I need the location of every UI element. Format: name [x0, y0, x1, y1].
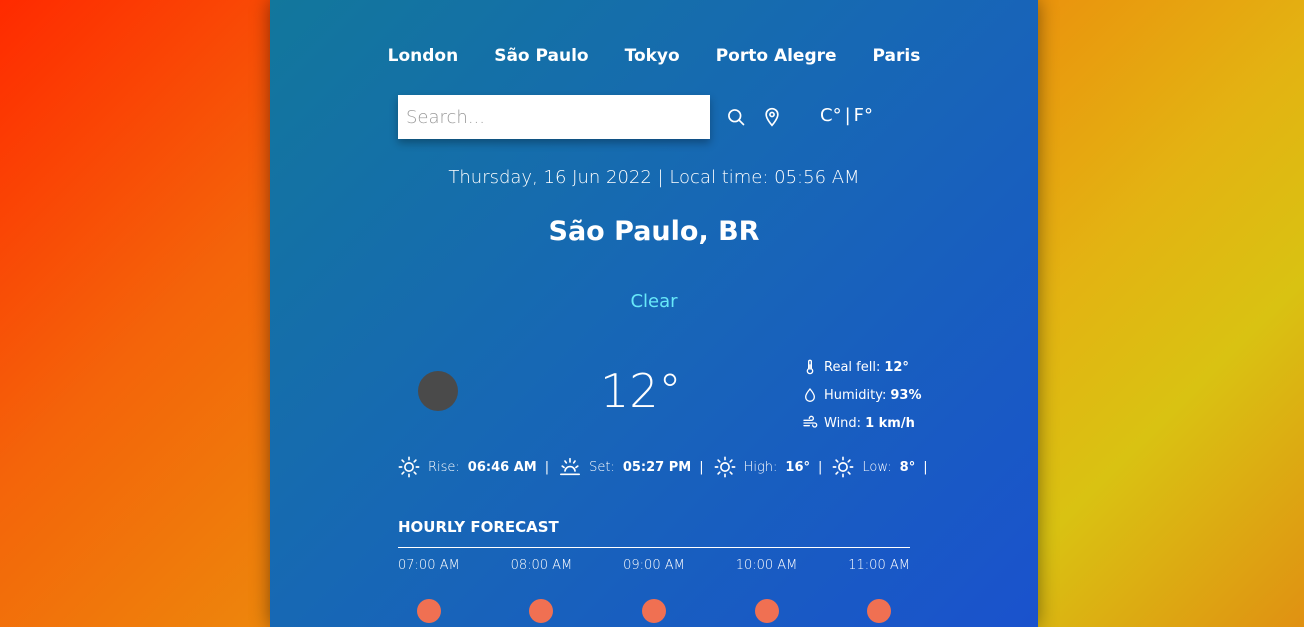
hourly-forecast-title: HOURLY FORECAST: [398, 518, 559, 536]
nav-city-sao-paulo[interactable]: São Paulo: [494, 46, 588, 66]
local-datetime: Thursday, 16 Jun 2022 | Local time: 05:5…: [448, 167, 860, 188]
search-row: C° | F°: [398, 95, 910, 139]
fahrenheit-button[interactable]: F°: [854, 105, 873, 126]
droplet-icon: [804, 387, 816, 402]
hourly-weather-icon: [641, 599, 666, 623]
separator: |: [699, 459, 704, 475]
hourly-forecast-list: 07:00 AM 08:00 AM 09:00 AM 10:00 AM 11:0…: [398, 558, 910, 623]
separator: |: [923, 459, 928, 475]
top-city-nav: London São Paulo Tokyo Porto Alegre Pari…: [270, 46, 1038, 66]
hourly-item: 07:00 AM: [398, 558, 460, 623]
high-temp-label: High:: [743, 459, 778, 475]
city-title: São Paulo, BR: [548, 216, 760, 247]
humidity-value: 93%: [890, 387, 922, 403]
hourly-time: 07:00 AM: [398, 558, 460, 573]
thermometer-icon: [806, 359, 814, 375]
celsius-button[interactable]: C°: [820, 105, 842, 126]
high-temp-value: 16°: [785, 459, 810, 475]
hourly-time: 10:00 AM: [735, 558, 798, 573]
sunrise-label: Rise:: [428, 459, 460, 475]
weather-details: Real fell: 12° Humidity: 93% Wind: 1 km/…: [802, 353, 922, 437]
hourly-weather-icon: [529, 599, 554, 623]
wind-value: 1 km/h: [865, 415, 915, 431]
weather-condition-icon: [418, 371, 458, 411]
hourly-weather-icon: [867, 599, 892, 623]
weather-panel: London São Paulo Tokyo Porto Alegre Pari…: [270, 0, 1038, 627]
sun-icon: [714, 456, 736, 478]
hourly-item: 11:00 AM: [848, 558, 910, 623]
separator: |: [544, 459, 550, 475]
humidity-label: Humidity:: [824, 387, 887, 403]
real-feel-row: Real fell: 12°: [802, 353, 922, 381]
real-feel-value: 12°: [884, 359, 909, 375]
search-icon[interactable]: [726, 107, 746, 127]
nav-city-london[interactable]: London: [388, 46, 459, 66]
hourly-weather-icon: [754, 599, 779, 623]
wind-label: Wind:: [824, 415, 862, 431]
divider: [398, 547, 910, 548]
sunset-label: Set:: [589, 459, 615, 475]
low-temp-label: Low:: [862, 459, 892, 475]
low-temp-value: 8°: [899, 459, 916, 475]
location-pin-icon[interactable]: [762, 107, 782, 127]
hourly-item: 09:00 AM: [623, 558, 685, 623]
search-input[interactable]: [398, 95, 710, 139]
humidity-row: Humidity: 93%: [802, 381, 922, 409]
unit-toggle: C° | F°: [820, 105, 873, 126]
hourly-time: 08:00 AM: [510, 558, 573, 573]
hourly-weather-icon: [416, 599, 441, 623]
wind-icon: [803, 415, 818, 428]
hourly-time: 09:00 AM: [623, 558, 685, 573]
nav-city-tokyo[interactable]: Tokyo: [625, 46, 680, 66]
weather-condition: Clear: [630, 291, 678, 312]
nav-city-paris[interactable]: Paris: [873, 46, 921, 66]
sun-icon: [832, 456, 854, 478]
nav-city-porto-alegre[interactable]: Porto Alegre: [716, 46, 837, 66]
real-feel-label: Real fell:: [824, 359, 881, 375]
hourly-time: 11:00 AM: [848, 558, 910, 573]
sunset-value: 05:27 PM: [622, 459, 692, 475]
hourly-item: 10:00 AM: [735, 558, 798, 623]
current-temperature: 12°: [600, 364, 682, 418]
sunset-icon: [560, 457, 581, 476]
wind-row: Wind: 1 km/h: [802, 409, 922, 437]
hourly-item: 08:00 AM: [510, 558, 573, 623]
unit-separator: |: [844, 105, 851, 126]
sunrise-value: 06:46 AM: [467, 459, 537, 475]
sunrise-icon: [398, 456, 420, 478]
separator: |: [818, 459, 823, 475]
sun-info-row: Rise: 06:46 AM | Set: 05:27 PM | High: 1…: [398, 456, 938, 478]
